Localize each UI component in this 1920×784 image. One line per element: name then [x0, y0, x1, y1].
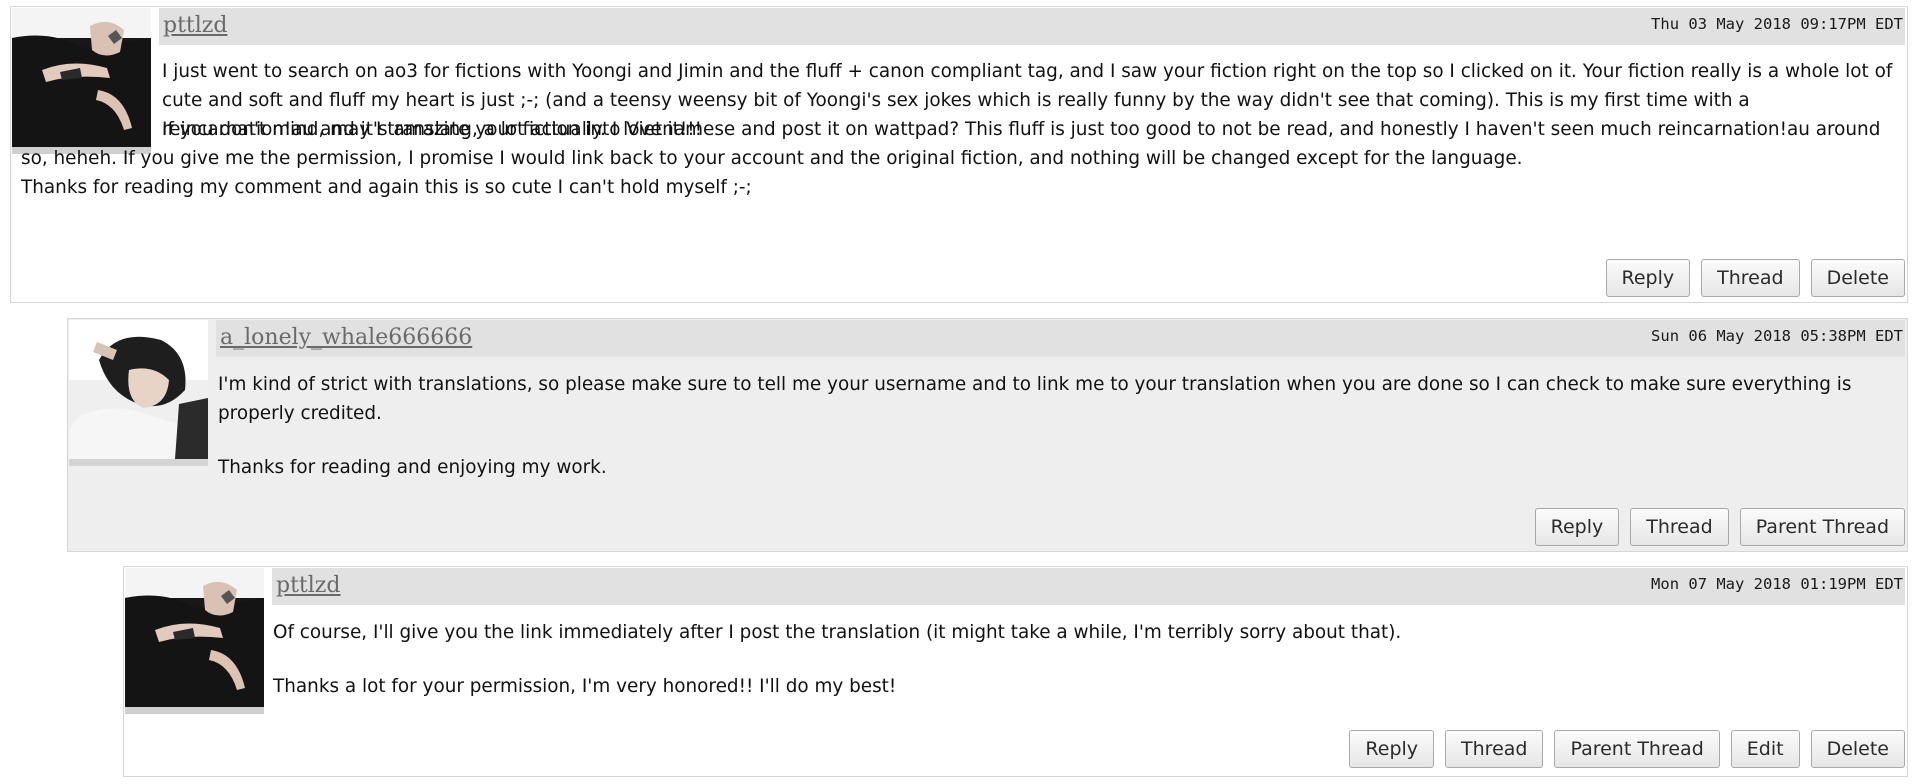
thread-button[interactable]: Thread [1445, 730, 1544, 768]
comment-header: pttlzd Thu 03 May 2018 09:17PM EDT [159, 8, 1905, 45]
comment-paragraph: I'm kind of strict with translations, so… [218, 374, 1852, 424]
comment-timestamp: Sun 06 May 2018 05:38PM EDT [1651, 327, 1903, 345]
edit-button[interactable]: Edit [1730, 730, 1800, 768]
thread-button[interactable]: Thread [1701, 259, 1800, 297]
comment-actions: Reply Thread Delete [1605, 259, 1905, 297]
username-link[interactable]: pttlzd [163, 11, 227, 41]
parent-thread-button[interactable]: Parent Thread [1554, 730, 1720, 768]
comment-1: pttlzd Thu 03 May 2018 09:17PM EDT I jus… [10, 6, 1908, 303]
user-photo-icon [125, 568, 264, 707]
username-link[interactable]: pttlzd [276, 571, 340, 601]
reply-button[interactable]: Reply [1605, 259, 1691, 297]
user-avatar-3[interactable] [125, 568, 264, 707]
comment-body-continued: If you don't mind, may I translate your … [21, 115, 1901, 202]
comment-actions: Reply Thread Parent Thread [1534, 508, 1905, 546]
parent-thread-button[interactable]: Parent Thread [1739, 508, 1905, 546]
username-link[interactable]: a_lonely_whale666666 [220, 323, 472, 353]
delete-button[interactable]: Delete [1810, 259, 1905, 297]
thread-button[interactable]: Thread [1630, 508, 1729, 546]
user-photo-icon [69, 320, 208, 459]
comment-2: a_lonely_whale666666 Sun 06 May 2018 05:… [67, 318, 1908, 552]
comment-paragraph: Of course, I'll give you the link immedi… [273, 622, 1402, 643]
comment-paragraph: Thanks for reading my comment and again … [21, 177, 752, 198]
comment-timestamp: Mon 07 May 2018 01:19PM EDT [1651, 575, 1903, 593]
comment-actions: Reply Thread Parent Thread Edit Delete [1349, 730, 1905, 768]
reply-button[interactable]: Reply [1534, 508, 1620, 546]
comment-header: pttlzd Mon 07 May 2018 01:19PM EDT [272, 568, 1905, 605]
comment-body: I'm kind of strict with translations, so… [218, 370, 1898, 482]
comment-timestamp: Thu 03 May 2018 09:17PM EDT [1651, 15, 1903, 33]
comment-paragraph: If you don't mind, may I translate your … [21, 119, 1881, 169]
delete-button[interactable]: Delete [1810, 730, 1905, 768]
comment-3: pttlzd Mon 07 May 2018 01:19PM EDT Of co… [123, 566, 1908, 777]
comment-body: Of course, I'll give you the link immedi… [273, 618, 1893, 701]
comment-paragraph: Thanks a lot for your permission, I'm ve… [273, 676, 897, 697]
reply-button[interactable]: Reply [1349, 730, 1435, 768]
comment-paragraph: Thanks for reading and enjoying my work. [218, 457, 607, 478]
comment-header: a_lonely_whale666666 Sun 06 May 2018 05:… [216, 320, 1905, 357]
user-avatar-2[interactable] [69, 320, 208, 459]
